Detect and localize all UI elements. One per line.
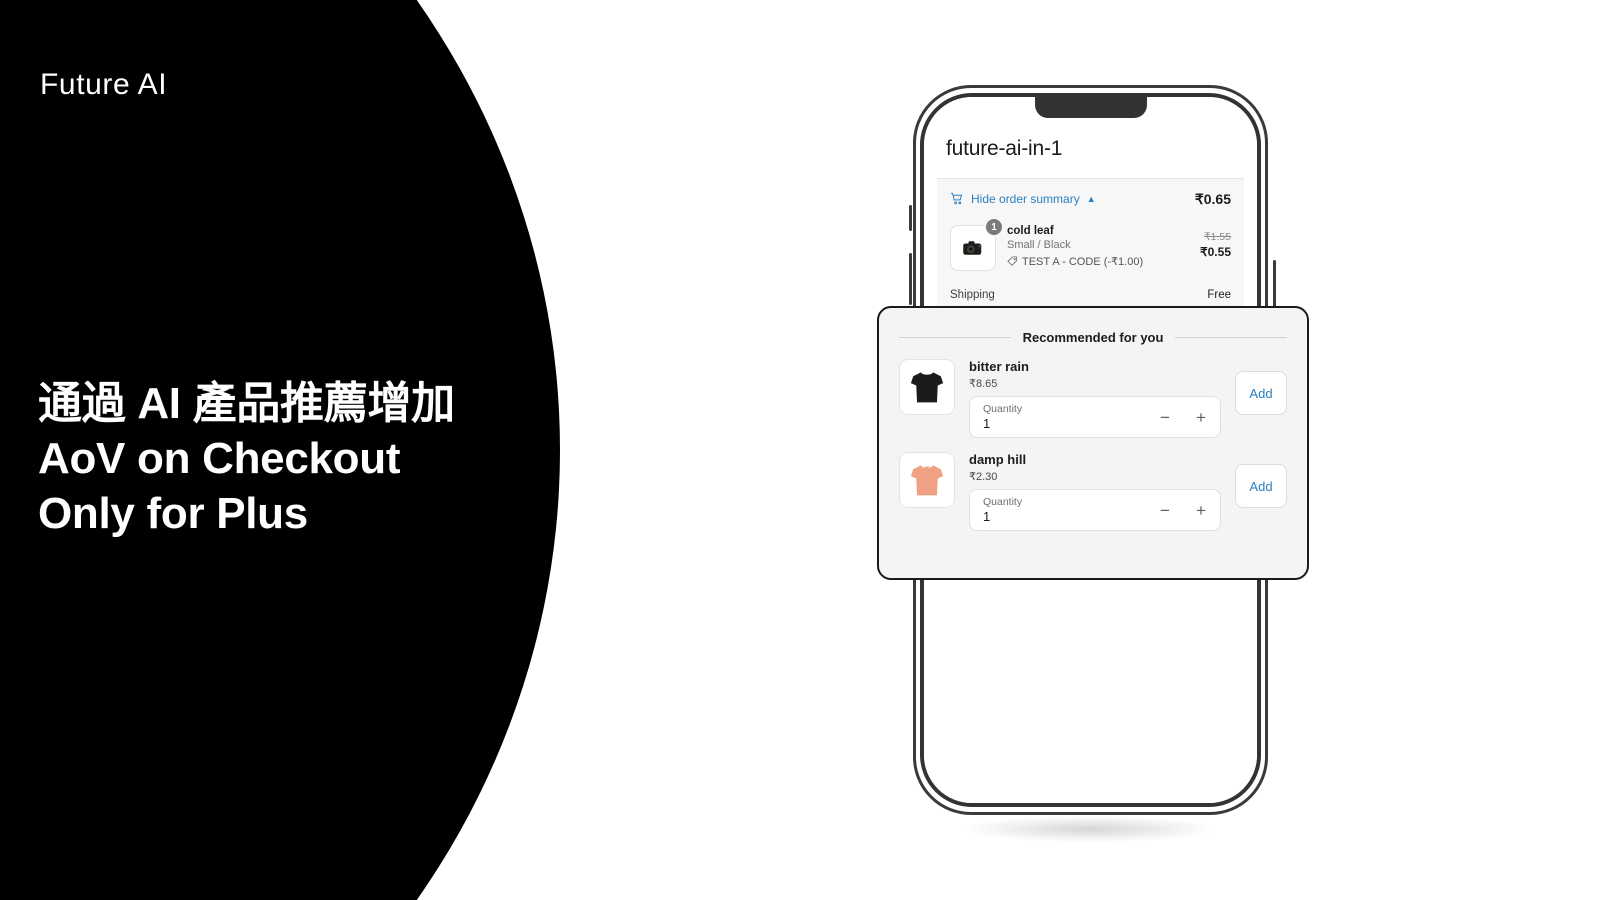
line-item-discount: TEST A - CODE (-₹1.00) <box>1007 255 1189 268</box>
quantity-stepper[interactable]: Quantity 1 − + <box>969 489 1221 531</box>
brand-logo: Future AI <box>40 68 168 101</box>
line-item-thumbnail-wrap: 1 <box>950 218 1003 271</box>
quantity-label: Quantity <box>983 496 1023 508</box>
recommendations-card: Recommended for you bitter rain ₹8.65 Qu… <box>877 306 1309 580</box>
line-item-quantity-badge: 1 <box>985 218 1003 236</box>
headline-line-3: Only for Plus <box>38 489 308 538</box>
line-item-discount-label: TEST A - CODE (-₹1.00) <box>1022 256 1144 268</box>
quantity-value: 1 <box>983 416 991 431</box>
line-item: 1 cold leaf Small / Black TEST A - CODE … <box>950 218 1231 281</box>
recommendation-details: damp hill ₹2.30 Quantity 1 − + <box>969 452 1221 531</box>
hide-order-summary-label: Hide order summary <box>971 192 1080 206</box>
order-summary-header[interactable]: Hide order summary ▲ ₹0.65 <box>950 179 1231 219</box>
quantity-controls: − + <box>1158 502 1208 519</box>
salmon-tshirt-icon <box>910 465 944 496</box>
quantity-decrement-button[interactable]: − <box>1158 502 1172 519</box>
quantity-increment-button[interactable]: + <box>1194 502 1208 519</box>
line-item-original-price: ₹1.55 <box>1203 231 1231 243</box>
recommendation-price: ₹8.65 <box>969 378 998 390</box>
camera-icon <box>963 241 982 255</box>
line-item-price: ₹0.55 <box>1200 245 1231 259</box>
recommendations-title: Recommended for you <box>1022 330 1164 345</box>
headline: 通過 AI 產品推薦增加 AoV on Checkout Only for Pl… <box>38 376 508 541</box>
quantity-decrement-button[interactable]: − <box>1158 409 1172 426</box>
recommendation-item: bitter rain ₹8.65 Quantity 1 − + Add <box>899 359 1287 438</box>
headline-line-1: 通過 AI 產品推薦增加 <box>38 379 455 428</box>
phone-volume-up-button <box>909 253 912 305</box>
recommendation-price: ₹2.30 <box>969 471 998 483</box>
quantity-value: 1 <box>983 509 991 524</box>
quantity-value-group: Quantity 1 <box>983 496 1022 524</box>
add-button[interactable]: Add <box>1235 464 1287 508</box>
chevron-up-icon: ▲ <box>1086 194 1096 204</box>
recommendation-item: damp hill ₹2.30 Quantity 1 − + Add <box>899 452 1287 531</box>
order-summary-amount: ₹0.65 <box>1194 190 1231 207</box>
quantity-increment-button[interactable]: + <box>1194 409 1208 426</box>
line-item-info: cold leaf Small / Black TEST A - CODE (-… <box>1007 225 1189 271</box>
line-item-prices: ₹1.55 ₹0.55 <box>1200 225 1231 271</box>
line-item-variant: Small / Black <box>1007 239 1071 251</box>
slide-canvas: Future AI 通過 AI 產品推薦增加 AoV on Checkout O… <box>0 0 1600 900</box>
recommendation-name: damp hill <box>969 452 1027 467</box>
quantity-controls: − + <box>1158 409 1208 426</box>
headline-line-2: AoV on Checkout <box>38 434 401 483</box>
quantity-value-group: Quantity 1 <box>983 403 1022 431</box>
recommendation-thumbnail <box>899 452 955 508</box>
hide-order-summary-toggle[interactable]: Hide order summary ▲ <box>950 192 1096 206</box>
line-item-title: cold leaf <box>1007 225 1054 237</box>
shopping-cart-icon <box>950 192 964 206</box>
black-tshirt-icon <box>910 372 944 403</box>
recommendation-name: bitter rain <box>969 359 1029 374</box>
divider-right <box>1175 337 1288 338</box>
phone-notch <box>1034 97 1147 118</box>
phone-silent-switch <box>909 205 912 231</box>
divider-left <box>899 337 1011 338</box>
add-button[interactable]: Add <box>1235 371 1287 415</box>
recommendation-thumbnail <box>899 359 955 415</box>
recommendations-header: Recommended for you <box>899 330 1288 345</box>
shipping-label: Shipping <box>950 289 995 301</box>
quantity-stepper[interactable]: Quantity 1 − + <box>969 396 1221 438</box>
phone-shadow <box>965 816 1215 842</box>
totals-row-shipping: Shipping Free <box>950 285 1231 305</box>
recommendation-details: bitter rain ₹8.65 Quantity 1 − + <box>969 359 1221 438</box>
discount-tag-icon <box>1007 256 1018 267</box>
quantity-label: Quantity <box>983 403 1023 415</box>
shipping-value: Free <box>1207 289 1231 301</box>
